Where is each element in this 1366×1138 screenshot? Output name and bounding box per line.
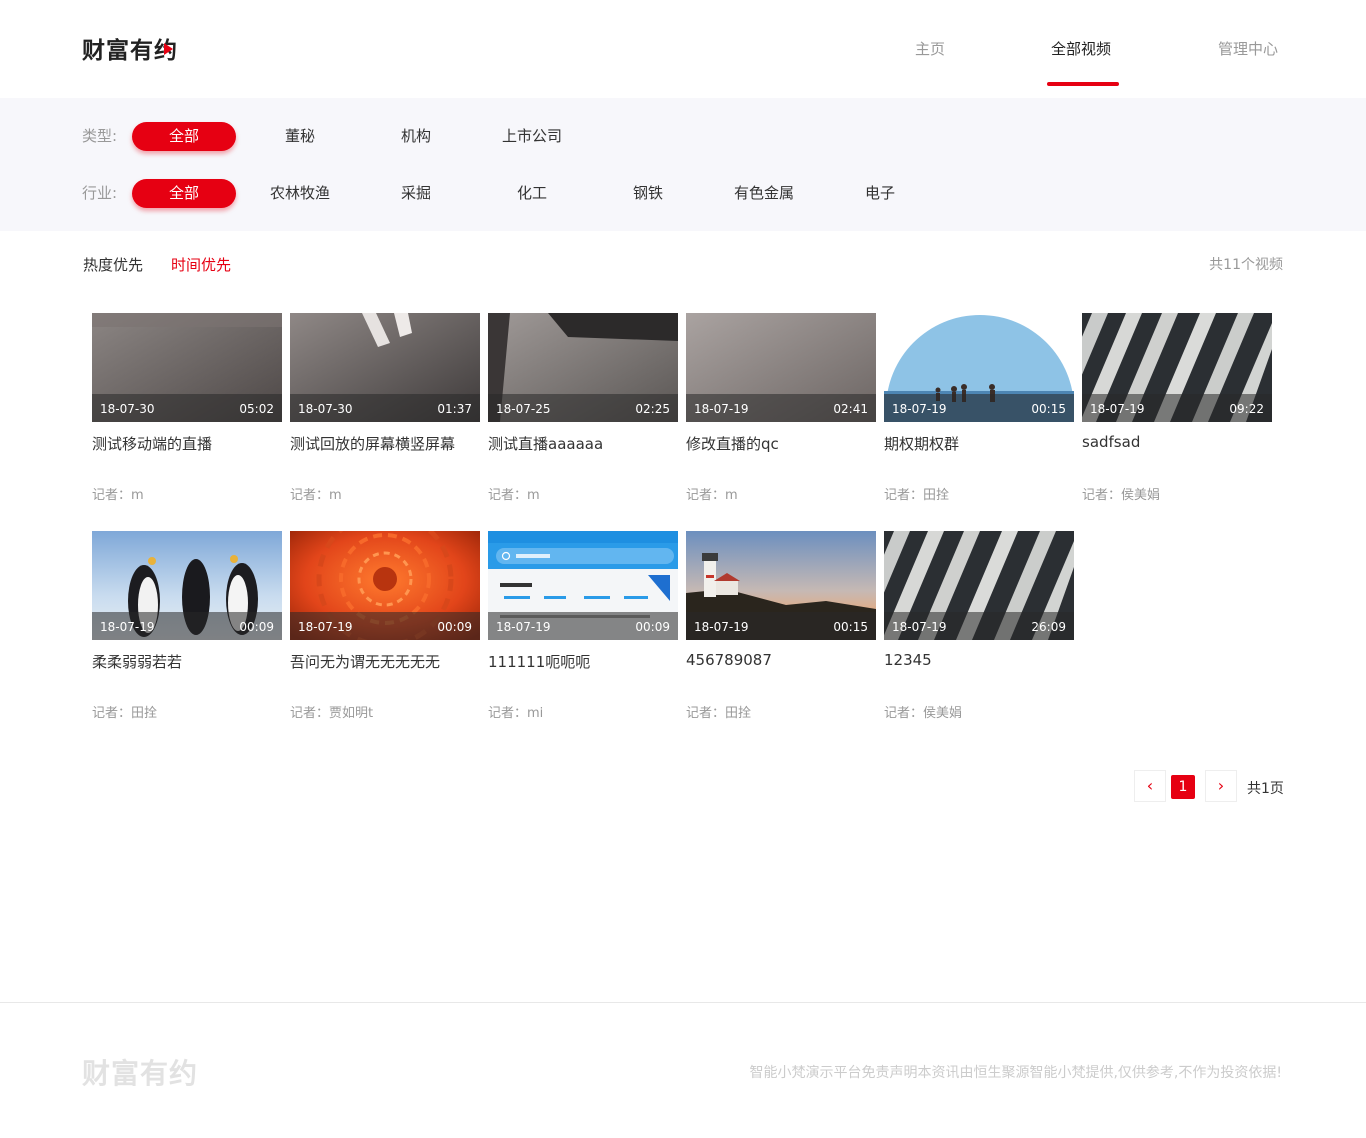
- video-thumbnail: 18-07-25 02:25: [488, 313, 678, 422]
- video-reporter: 记者：田拴: [92, 706, 158, 721]
- type-chip-institution[interactable]: 机构: [364, 122, 468, 151]
- video-card[interactable]: 18-07-19 00:09 111111呃呃呃 记者：mi: [488, 531, 678, 731]
- video-title[interactable]: sadfsad: [1082, 433, 1272, 451]
- video-thumbnail: 18-07-19 00:09: [488, 531, 678, 640]
- industry-chip-electronics[interactable]: 电子: [828, 179, 932, 208]
- video-title[interactable]: 修改直播的qc: [686, 433, 876, 454]
- video-reporter: 记者：m: [488, 488, 540, 503]
- video-duration: 26:09: [1031, 620, 1066, 634]
- site-logo[interactable]: 财富有约: [82, 32, 177, 64]
- video-date: 18-07-25: [496, 402, 551, 416]
- video-reporter: 记者：m: [290, 488, 342, 503]
- video-reporter: 记者：田拴: [686, 706, 752, 721]
- industry-chip-mining[interactable]: 采掘: [364, 179, 468, 208]
- video-thumbnail: 18-07-30 01:37: [290, 313, 480, 422]
- video-duration: 09:22: [1229, 402, 1264, 416]
- video-card[interactable]: 18-07-19 00:09 柔柔弱弱若若 记者：田拴: [92, 531, 282, 731]
- sort-by-time[interactable]: 时间优先: [171, 254, 231, 275]
- video-date: 18-07-30: [100, 402, 155, 416]
- video-card[interactable]: 18-07-19 00:15 期权期权群 记者：田拴: [884, 313, 1074, 513]
- video-card[interactable]: 18-07-25 02:25 测试直播aaaaaa 记者：m: [488, 313, 678, 513]
- video-card[interactable]: 18-07-30 01:37 测试回放的屏幕横竖屏幕 记者：m: [290, 313, 480, 513]
- video-title[interactable]: 111111呃呃呃: [488, 651, 678, 672]
- industry-chip-agriculture[interactable]: 农林牧渔: [248, 179, 352, 208]
- nav-home[interactable]: 主页: [915, 38, 945, 59]
- video-card[interactable]: 18-07-30 05:02 测试移动端的直播 记者：m: [92, 313, 282, 513]
- prev-page-button[interactable]: ‹: [1134, 770, 1166, 802]
- next-page-button[interactable]: ›: [1205, 770, 1237, 802]
- video-duration: 01:37: [437, 402, 472, 416]
- type-filter-label: 类型:: [82, 127, 118, 145]
- video-date: 18-07-19: [694, 402, 749, 416]
- video-duration: 00:15: [1031, 402, 1066, 416]
- video-duration: 00:09: [635, 620, 670, 634]
- video-thumbnail: 18-07-19 00:15: [884, 313, 1074, 422]
- play-icon: [164, 43, 173, 55]
- video-reporter: 记者：贾如明t: [290, 706, 374, 721]
- sort-by-popularity[interactable]: 热度优先: [83, 254, 143, 275]
- video-count: 共11个视频: [1209, 257, 1283, 273]
- video-thumbnail: 18-07-19 00:09: [290, 531, 480, 640]
- type-chip-secretary[interactable]: 董秘: [248, 122, 352, 151]
- industry-chip-all[interactable]: 全部: [132, 179, 236, 208]
- video-card[interactable]: 18-07-19 09:22 sadfsad 记者：侯美娟: [1082, 313, 1272, 513]
- video-title[interactable]: 测试直播aaaaaa: [488, 433, 678, 454]
- industry-chip-steel[interactable]: 钢铁: [596, 179, 700, 208]
- video-date: 18-07-19: [892, 620, 947, 634]
- video-card[interactable]: 18-07-19 00:15 456789087 记者：田拴: [686, 531, 876, 731]
- site-header: 财富有约 主页 全部视频 管理中心: [0, 0, 1366, 98]
- video-thumbnail: 18-07-30 05:02: [92, 313, 282, 422]
- industry-filter-label: 行业:: [82, 184, 118, 202]
- video-title[interactable]: 测试回放的屏幕横竖屏幕: [290, 433, 480, 454]
- type-chip-listed-company[interactable]: 上市公司: [480, 122, 584, 151]
- video-title[interactable]: 测试移动端的直播: [92, 433, 282, 454]
- video-card[interactable]: 18-07-19 02:41 修改直播的qc 记者：m: [686, 313, 876, 513]
- nav-active-indicator: [1047, 82, 1119, 86]
- video-date: 18-07-19: [892, 402, 947, 416]
- video-reporter: 记者：m: [686, 488, 738, 503]
- video-reporter: 记者：侯美娟: [884, 706, 963, 721]
- video-duration: 05:02: [239, 402, 274, 416]
- video-date: 18-07-19: [694, 620, 749, 634]
- current-page[interactable]: 1: [1171, 775, 1195, 799]
- video-title[interactable]: 期权期权群: [884, 433, 1074, 454]
- video-card[interactable]: 18-07-19 00:09 吾问无为谓无无无无无 记者：贾如明t: [290, 531, 480, 731]
- video-reporter: 记者：mi: [488, 706, 544, 721]
- video-thumbnail: 18-07-19 09:22: [1082, 313, 1272, 422]
- industry-chip-chemical[interactable]: 化工: [480, 179, 584, 208]
- nav-admin-center[interactable]: 管理中心: [1218, 38, 1278, 59]
- nav-all-videos[interactable]: 全部视频: [1051, 38, 1111, 59]
- video-reporter: 记者：m: [92, 488, 144, 503]
- video-title[interactable]: 12345: [884, 651, 1074, 669]
- video-date: 18-07-19: [100, 620, 155, 634]
- page-total: 共1页: [1247, 781, 1284, 797]
- video-duration: 00:15: [833, 620, 868, 634]
- footer-divider: [0, 1002, 1366, 1003]
- video-duration: 02:41: [833, 402, 868, 416]
- video-date: 18-07-19: [1090, 402, 1145, 416]
- industry-chip-nonferrous[interactable]: 有色金属: [712, 179, 816, 208]
- video-thumbnail: 18-07-19 00:15: [686, 531, 876, 640]
- video-thumbnail: 18-07-19 00:09: [92, 531, 282, 640]
- video-title[interactable]: 柔柔弱弱若若: [92, 651, 282, 672]
- video-date: 18-07-19: [298, 620, 353, 634]
- video-duration: 00:09: [239, 620, 274, 634]
- video-thumbnail: 18-07-19 02:41: [686, 313, 876, 422]
- video-date: 18-07-30: [298, 402, 353, 416]
- footer-logo: 财富有约: [82, 1057, 199, 1090]
- video-card[interactable]: 18-07-19 26:09 12345 记者：侯美娟: [884, 531, 1074, 731]
- video-duration: 00:09: [437, 620, 472, 634]
- video-title[interactable]: 吾问无为谓无无无无无: [290, 651, 480, 672]
- type-chip-all[interactable]: 全部: [132, 122, 236, 151]
- video-reporter: 记者：侯美娟: [1082, 488, 1161, 503]
- video-title[interactable]: 456789087: [686, 651, 876, 669]
- footer-disclaimer: 智能小梵演示平台免责声明本资讯由恒生聚源智能小梵提供,仅供参考,不作为投资依据!: [749, 1065, 1282, 1081]
- filter-panel: 类型: 全部 董秘 机构 上市公司 行业: 全部 农林牧渔 采掘 化工 钢铁 有…: [0, 98, 1366, 231]
- video-duration: 02:25: [635, 402, 670, 416]
- video-date: 18-07-19: [496, 620, 551, 634]
- video-thumbnail: 18-07-19 26:09: [884, 531, 1074, 640]
- video-reporter: 记者：田拴: [884, 488, 950, 503]
